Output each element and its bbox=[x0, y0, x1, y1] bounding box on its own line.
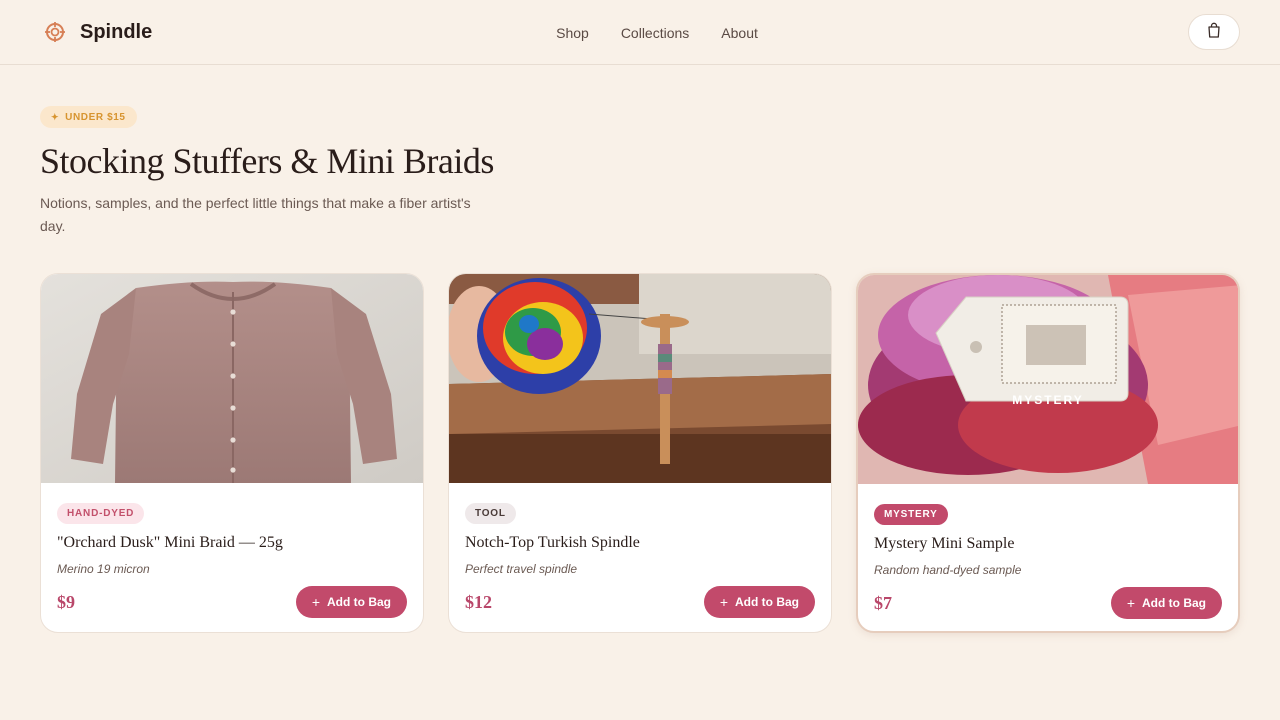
brand-name: Spindle bbox=[80, 20, 153, 43]
nav-link-collections[interactable]: Collections bbox=[621, 25, 689, 41]
product-tag: MYSTERY bbox=[874, 504, 948, 525]
product-price: $12 bbox=[465, 591, 492, 612]
product-footer: $12 + Add to Bag bbox=[465, 586, 815, 618]
product-card-body: HAND-DYED "Orchard Dusk" Mini Braid — 25… bbox=[41, 483, 423, 632]
product-title[interactable]: Mystery Mini Sample bbox=[874, 535, 1222, 553]
product-card-featured[interactable]: MYSTERY MYSTERY Mystery Mini Sample Rand… bbox=[856, 273, 1240, 633]
add-to-bag-label: Add to Bag bbox=[735, 595, 799, 609]
product-grid: HAND-DYED "Orchard Dusk" Mini Braid — 25… bbox=[40, 273, 1240, 633]
page-subtitle: Notions, samples, and the perfect little… bbox=[40, 195, 471, 234]
mystery-overlay-label: MYSTERY bbox=[1012, 393, 1084, 407]
price-filter-badge: ✦ UNDER $15 bbox=[40, 106, 137, 128]
product-card-body: MYSTERY Mystery Mini Sample Random hand-… bbox=[858, 484, 1238, 631]
product-image-cardigan[interactable] bbox=[41, 274, 423, 483]
cart-button[interactable] bbox=[1188, 14, 1240, 50]
product-image-spindle[interactable] bbox=[449, 274, 831, 483]
product-footer: $9 + Add to Bag bbox=[57, 586, 407, 618]
product-note: Merino 19 micron bbox=[57, 562, 150, 576]
product-title[interactable]: Notch-Top Turkish Spindle bbox=[465, 534, 815, 552]
plus-icon: + bbox=[719, 594, 728, 610]
add-to-bag-label: Add to Bag bbox=[327, 595, 391, 609]
site-header: Spindle Shop Collections About bbox=[0, 0, 1280, 65]
product-card[interactable]: HAND-DYED "Orchard Dusk" Mini Braid — 25… bbox=[40, 273, 424, 633]
product-title[interactable]: "Orchard Dusk" Mini Braid — 25g bbox=[57, 534, 407, 552]
product-tag: TOOL bbox=[465, 503, 516, 524]
hero: ✦ UNDER $15 Stocking Stuffers & Mini Bra… bbox=[0, 65, 1280, 238]
sparkle-icon: ✦ bbox=[51, 111, 60, 122]
product-note: Perfect travel spindle bbox=[465, 562, 578, 576]
product-footer: $7 + Add to Bag bbox=[874, 587, 1222, 619]
product-image-mystery[interactable]: MYSTERY bbox=[858, 275, 1238, 484]
spindle-logo-icon bbox=[44, 21, 66, 43]
add-to-bag-button[interactable]: + Add to Bag bbox=[703, 586, 815, 618]
page-title: Stocking Stuffers & Mini Braids bbox=[40, 141, 494, 181]
product-price: $7 bbox=[874, 592, 892, 613]
add-to-bag-button[interactable]: + Add to Bag bbox=[295, 586, 407, 618]
brand[interactable]: Spindle bbox=[44, 21, 152, 44]
plus-icon: + bbox=[1126, 595, 1135, 611]
shopping-bag-icon bbox=[1207, 22, 1221, 43]
plus-icon: + bbox=[311, 594, 320, 610]
product-card[interactable]: TOOL Notch-Top Turkish Spindle Perfect t… bbox=[448, 273, 832, 633]
nav-link-shop[interactable]: Shop bbox=[556, 25, 589, 41]
product-tag: HAND-DYED bbox=[57, 503, 145, 524]
product-card-body: TOOL Notch-Top Turkish Spindle Perfect t… bbox=[449, 483, 831, 632]
product-price: $9 bbox=[57, 591, 75, 612]
badge-label: UNDER $15 bbox=[65, 111, 126, 123]
product-note: Random hand-dyed sample bbox=[874, 563, 1022, 577]
nav-link-about[interactable]: About bbox=[721, 25, 758, 41]
add-to-bag-button[interactable]: + Add to Bag bbox=[1110, 587, 1222, 619]
add-to-bag-label: Add to Bag bbox=[1142, 596, 1206, 610]
main-nav: Shop Collections About bbox=[0, 0, 1280, 65]
